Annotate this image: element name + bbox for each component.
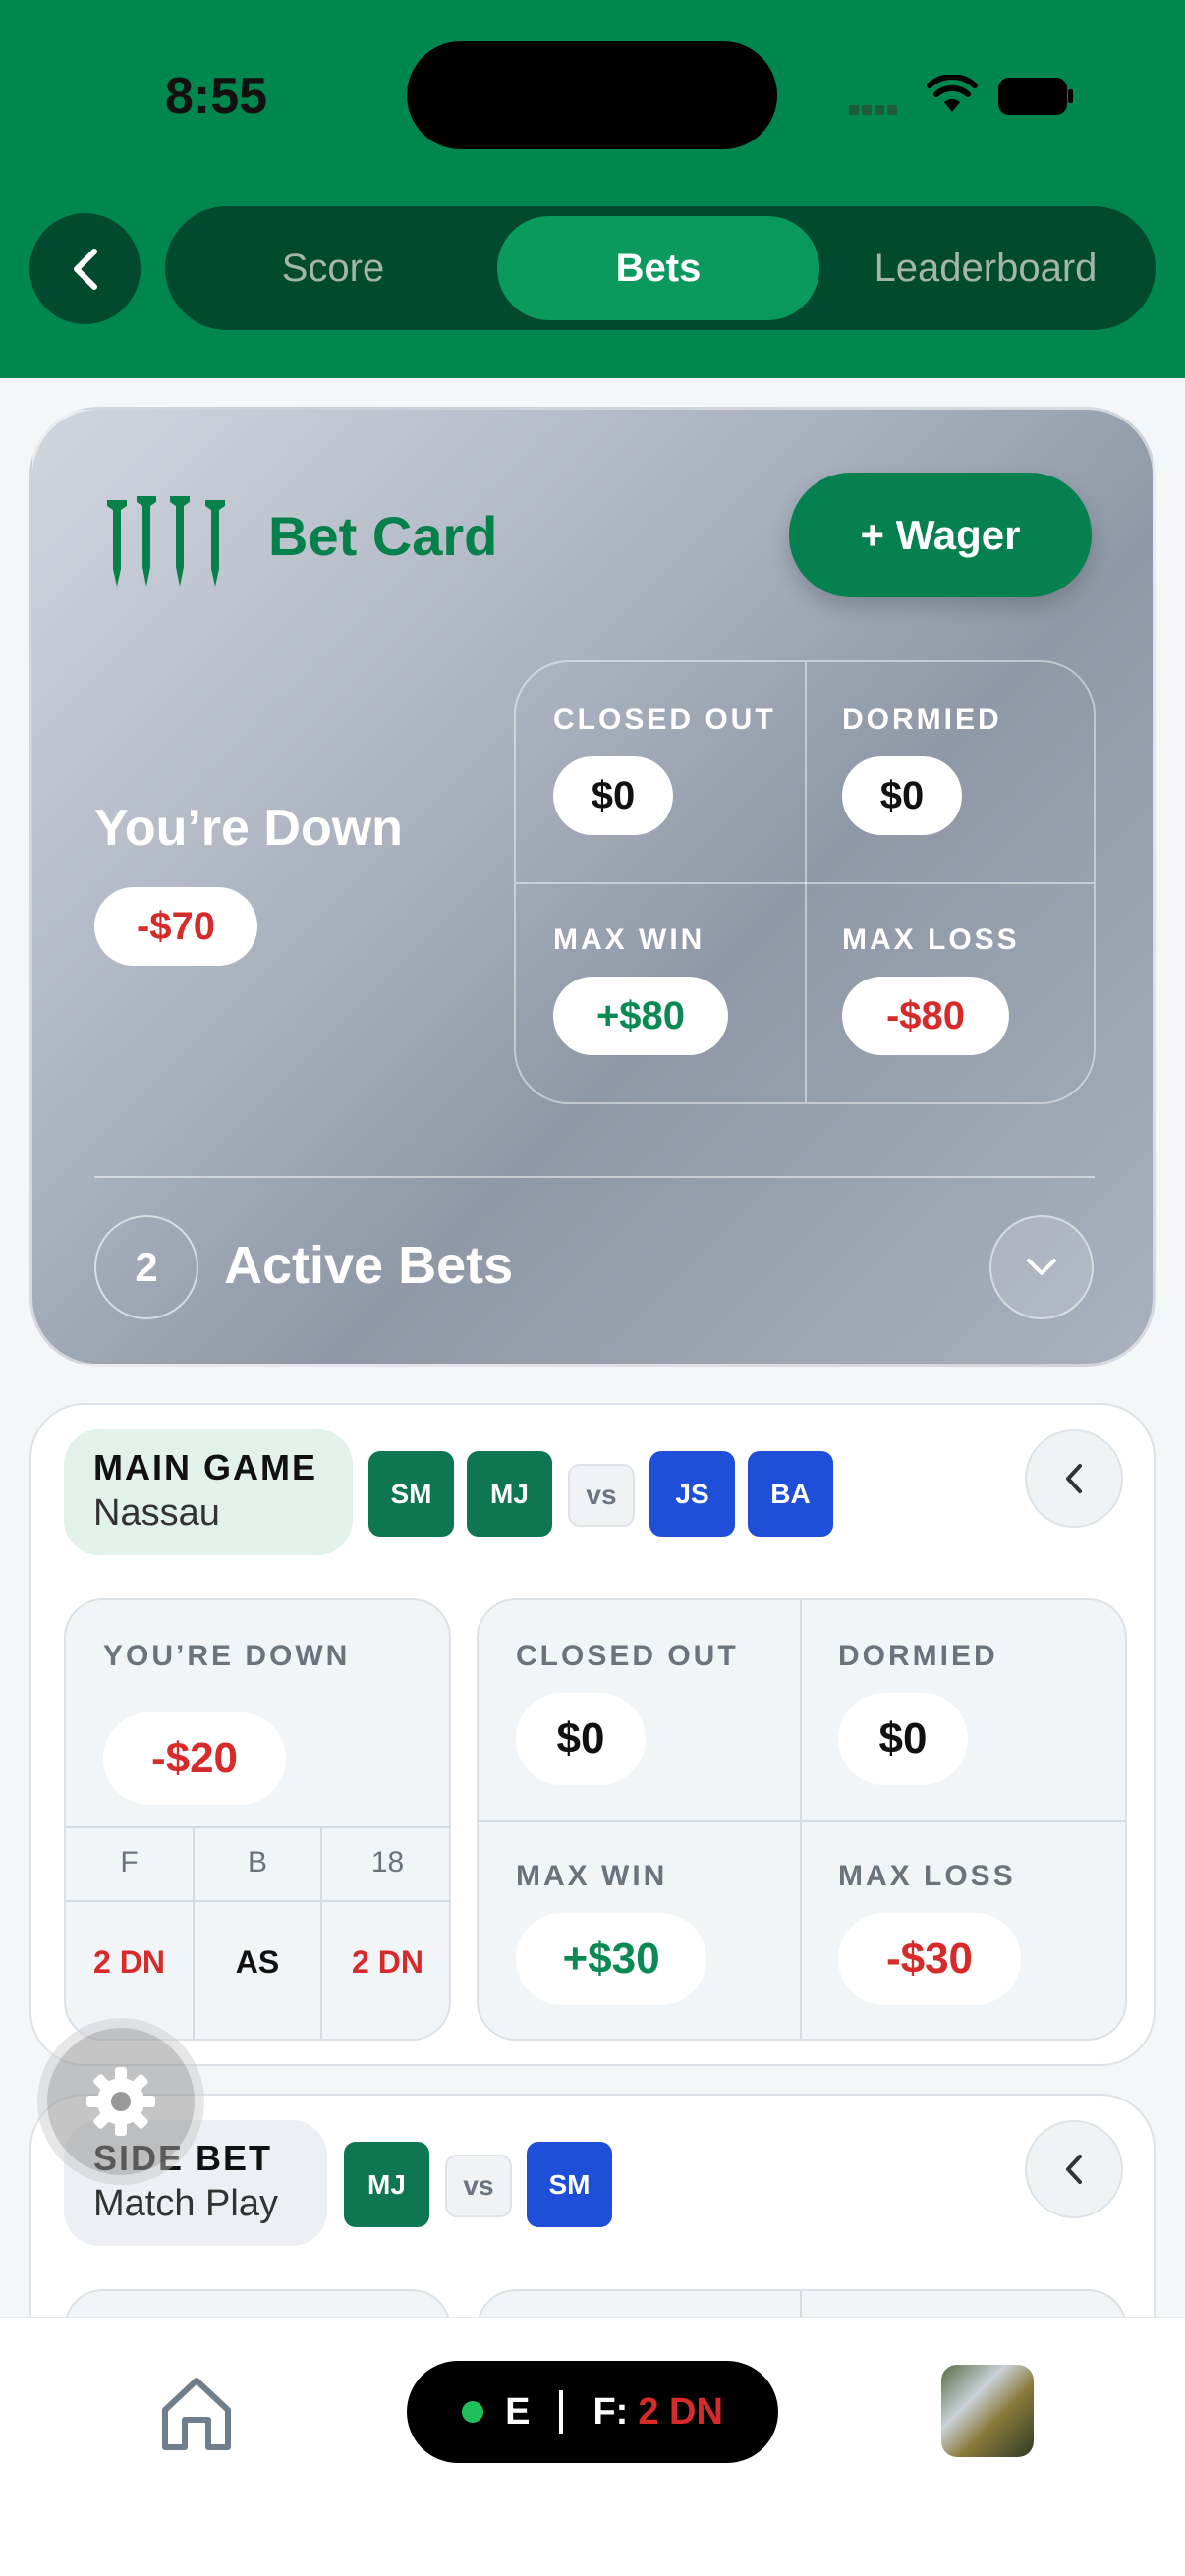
back-button[interactable] bbox=[29, 213, 141, 324]
segment-head-front: F bbox=[120, 1846, 139, 1878]
cellular-signal-icon bbox=[849, 102, 908, 116]
wifi-icon bbox=[927, 75, 978, 112]
bet-card-title: Bet Card bbox=[268, 505, 498, 567]
profile-photo[interactable] bbox=[941, 2365, 1034, 2457]
live-round-status[interactable]: E F: 2 DN bbox=[407, 2361, 778, 2463]
versus-label: vs bbox=[445, 2155, 512, 2217]
max-loss-value: -$30 bbox=[838, 1913, 1021, 2005]
chevron-down-icon bbox=[1027, 1259, 1056, 1275]
player-avatar[interactable]: SM bbox=[527, 2142, 612, 2227]
game-stats-panel: CLOSED OUT $0 DORMIED $0 MAX WIN +$30 MA… bbox=[477, 1598, 1127, 2041]
closed-out-value: $0 bbox=[516, 1693, 646, 1785]
max-loss-label: MAX LOSS bbox=[842, 924, 1020, 956]
closed-out-label: CLOSED OUT bbox=[516, 1640, 739, 1672]
tab-leaderboard[interactable]: Leaderboard bbox=[825, 216, 1146, 320]
dynamic-island bbox=[407, 41, 777, 149]
chevron-left-icon bbox=[1066, 1464, 1082, 1493]
versus-label: vs bbox=[568, 1464, 635, 1527]
dormied-value: $0 bbox=[838, 1693, 968, 1785]
segment-value-front: 2 DN bbox=[93, 1944, 165, 1980]
dormied-label: DORMIED bbox=[842, 703, 1002, 736]
game-type-label: MAIN GAME bbox=[93, 1447, 317, 1487]
segment-value-back: AS bbox=[235, 1944, 280, 1980]
app-header: 8:55 Score Bets Leaderboard bbox=[0, 0, 1185, 378]
add-wager-button[interactable]: + Wager bbox=[789, 473, 1092, 597]
front-label: F: bbox=[592, 2390, 629, 2433]
separator bbox=[559, 2390, 564, 2434]
overall-status-label: You’re Down bbox=[94, 800, 403, 857]
tab-bets[interactable]: Bets bbox=[497, 216, 819, 320]
main-game-tag: MAIN GAME Nassau bbox=[64, 1429, 353, 1555]
tab-score[interactable]: Score bbox=[175, 216, 491, 320]
expand-active-bets-button[interactable] bbox=[989, 1215, 1094, 1319]
dormied-value: $0 bbox=[842, 756, 962, 835]
segment-value-overall: 2 DN bbox=[352, 1944, 423, 1980]
bottom-bar: E F: 2 DN bbox=[0, 2317, 1185, 2576]
view-tab-bar: Score Bets Leaderboard bbox=[165, 206, 1156, 330]
home-icon[interactable] bbox=[157, 2375, 236, 2453]
golf-tees-icon bbox=[107, 496, 225, 587]
player-avatar[interactable]: SM bbox=[368, 1451, 454, 1537]
bet-stats-grid: CLOSED OUT $0 DORMIED $0 MAX WIN +$80 MA… bbox=[514, 660, 1096, 1104]
bet-card-summary: Bet Card + Wager You’re Down -$70 CLOSED… bbox=[29, 407, 1156, 1367]
status-time: 8:55 bbox=[165, 68, 268, 125]
collapse-game-button[interactable] bbox=[1025, 1429, 1123, 1528]
chevron-left-icon bbox=[1066, 2155, 1082, 2184]
match-status-panel: YOU’RE DOWN -$20 F B 18 2 DN AS 2 DN bbox=[64, 1598, 451, 2041]
battery-icon bbox=[998, 78, 1073, 115]
collapse-game-button[interactable] bbox=[1025, 2120, 1123, 2218]
round-score: E bbox=[505, 2390, 531, 2433]
segment-head-back: B bbox=[247, 1846, 267, 1878]
closed-out-value: $0 bbox=[553, 756, 673, 835]
gear-icon bbox=[86, 2067, 155, 2136]
max-win-value: +$30 bbox=[516, 1913, 706, 2005]
divider bbox=[94, 1176, 1095, 1178]
closed-out-label: CLOSED OUT bbox=[553, 703, 776, 736]
max-loss-label: MAX LOSS bbox=[838, 1860, 1016, 1892]
overall-status-amount: -$70 bbox=[94, 887, 257, 966]
player-avatar[interactable]: MJ bbox=[344, 2142, 429, 2227]
active-bets-count: 2 bbox=[94, 1215, 198, 1319]
live-indicator-icon bbox=[462, 2401, 484, 2423]
front-status: 2 DN bbox=[638, 2390, 723, 2433]
max-win-value: +$80 bbox=[553, 977, 728, 1055]
segment-head-overall: 18 bbox=[370, 1846, 405, 1878]
match-status-label: YOU’RE DOWN bbox=[103, 1640, 351, 1672]
player-avatar[interactable]: JS bbox=[649, 1451, 735, 1537]
active-bets-label: Active Bets bbox=[224, 1236, 514, 1295]
game-format-label: Nassau bbox=[93, 1492, 220, 1534]
dormied-label: DORMIED bbox=[838, 1640, 998, 1672]
settings-button[interactable] bbox=[47, 2028, 195, 2175]
player-avatar[interactable]: MJ bbox=[467, 1451, 552, 1537]
max-win-label: MAX WIN bbox=[516, 1860, 668, 1892]
max-win-label: MAX WIN bbox=[553, 924, 705, 956]
game-format-label: Match Play bbox=[93, 2183, 278, 2224]
match-status-amount: -$20 bbox=[103, 1712, 286, 1805]
max-loss-value: -$80 bbox=[842, 977, 1009, 1055]
main-game-card: MAIN GAME Nassau SM MJ vs JS BA YOU’RE D… bbox=[29, 1403, 1156, 2066]
player-avatar[interactable]: BA bbox=[748, 1451, 833, 1537]
chevron-left-icon bbox=[73, 248, 97, 290]
